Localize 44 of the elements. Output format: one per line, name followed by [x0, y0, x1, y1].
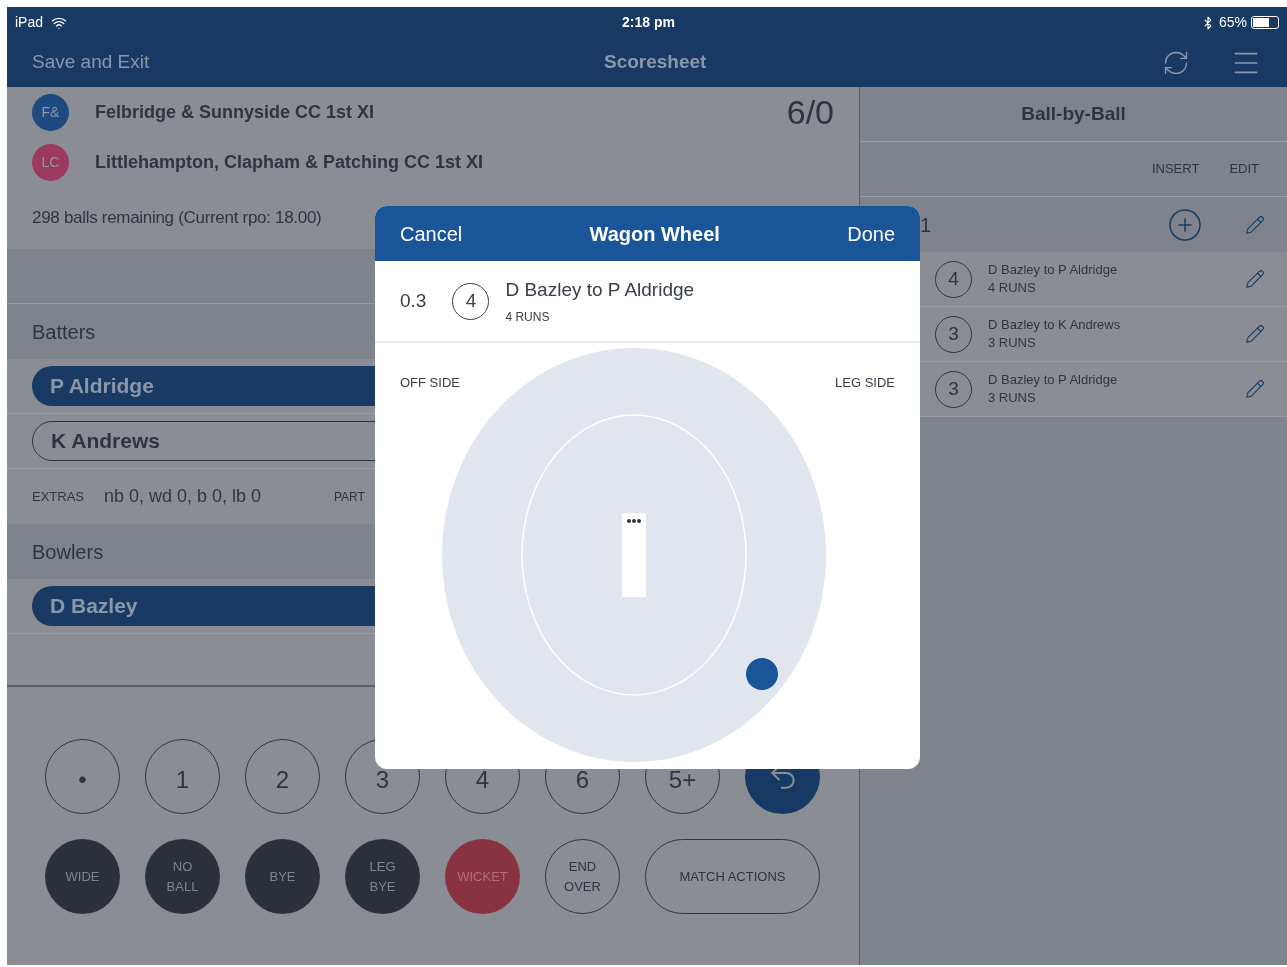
team-score: 6/0	[786, 91, 834, 133]
action-button[interactable]: WIDE	[45, 839, 120, 914]
dialog-title: Wagon Wheel	[589, 221, 720, 247]
partnership-label: PART	[334, 488, 365, 506]
action-button[interactable]: WICKET	[445, 839, 520, 914]
over-number: 0.3	[400, 288, 427, 313]
edit-icon[interactable]	[1245, 269, 1265, 289]
action-button[interactable]: LEG BYE	[345, 839, 420, 914]
save-exit-button[interactable]: Save and Exit	[32, 48, 150, 77]
ball-description: D Bazley to P Aldridge	[505, 277, 695, 302]
action-button[interactable]: BYE	[245, 839, 320, 914]
clock-time: 2:18 pm	[622, 13, 675, 32]
edit-icon[interactable]	[1245, 379, 1265, 399]
extras-value: nb 0, wd 0, b 0, lb 0	[104, 485, 262, 508]
cancel-button[interactable]: Cancel	[400, 218, 463, 249]
ball-description: D Bazley to P Aldridge	[988, 371, 1118, 389]
device-name: iPad	[15, 13, 44, 32]
extras-label: EXTRAS	[32, 487, 84, 506]
ball-description: D Bazley to K Andrews	[988, 316, 1121, 334]
column-label: EDIT	[1229, 160, 1259, 179]
page-title: Scoresheet	[604, 50, 707, 75]
action-button[interactable]: NO BALL	[145, 839, 220, 914]
team-badge: F&	[32, 93, 69, 131]
ball-detail: 4 RUNS	[505, 309, 551, 327]
ball-detail: 4 RUNS	[988, 279, 1037, 297]
ball-detail: 3 RUNS	[988, 334, 1037, 352]
leg-side-label: LEG SIDE	[835, 374, 895, 392]
over-label: 1	[920, 212, 932, 238]
edit-icon[interactable]	[1245, 214, 1265, 235]
ball-detail: 3 RUNS	[988, 389, 1037, 407]
edit-icon[interactable]	[1245, 324, 1265, 344]
team-name: Felbridge & Sunnyside CC 1st XI	[95, 100, 375, 124]
section-title: Batters	[32, 319, 96, 345]
ball-description: D Bazley to P Aldridge	[988, 261, 1118, 279]
section-title: Bowlers	[32, 539, 104, 565]
add-icon[interactable]	[1167, 206, 1203, 243]
battery-percent: 65%	[1218, 13, 1247, 32]
done-button[interactable]: Done	[847, 218, 895, 249]
battery-icon	[1251, 16, 1279, 29]
team-badge: LC	[32, 143, 69, 181]
panel-title: Ball-by-Ball	[1021, 101, 1126, 126]
team-name: Littlehampton, Clapham & Patching CC 1st XI	[95, 150, 484, 174]
balls-remaining: 298 balls remaining (Current rpo: 18.00)	[32, 207, 322, 230]
column-label: INSERT	[1151, 160, 1200, 179]
